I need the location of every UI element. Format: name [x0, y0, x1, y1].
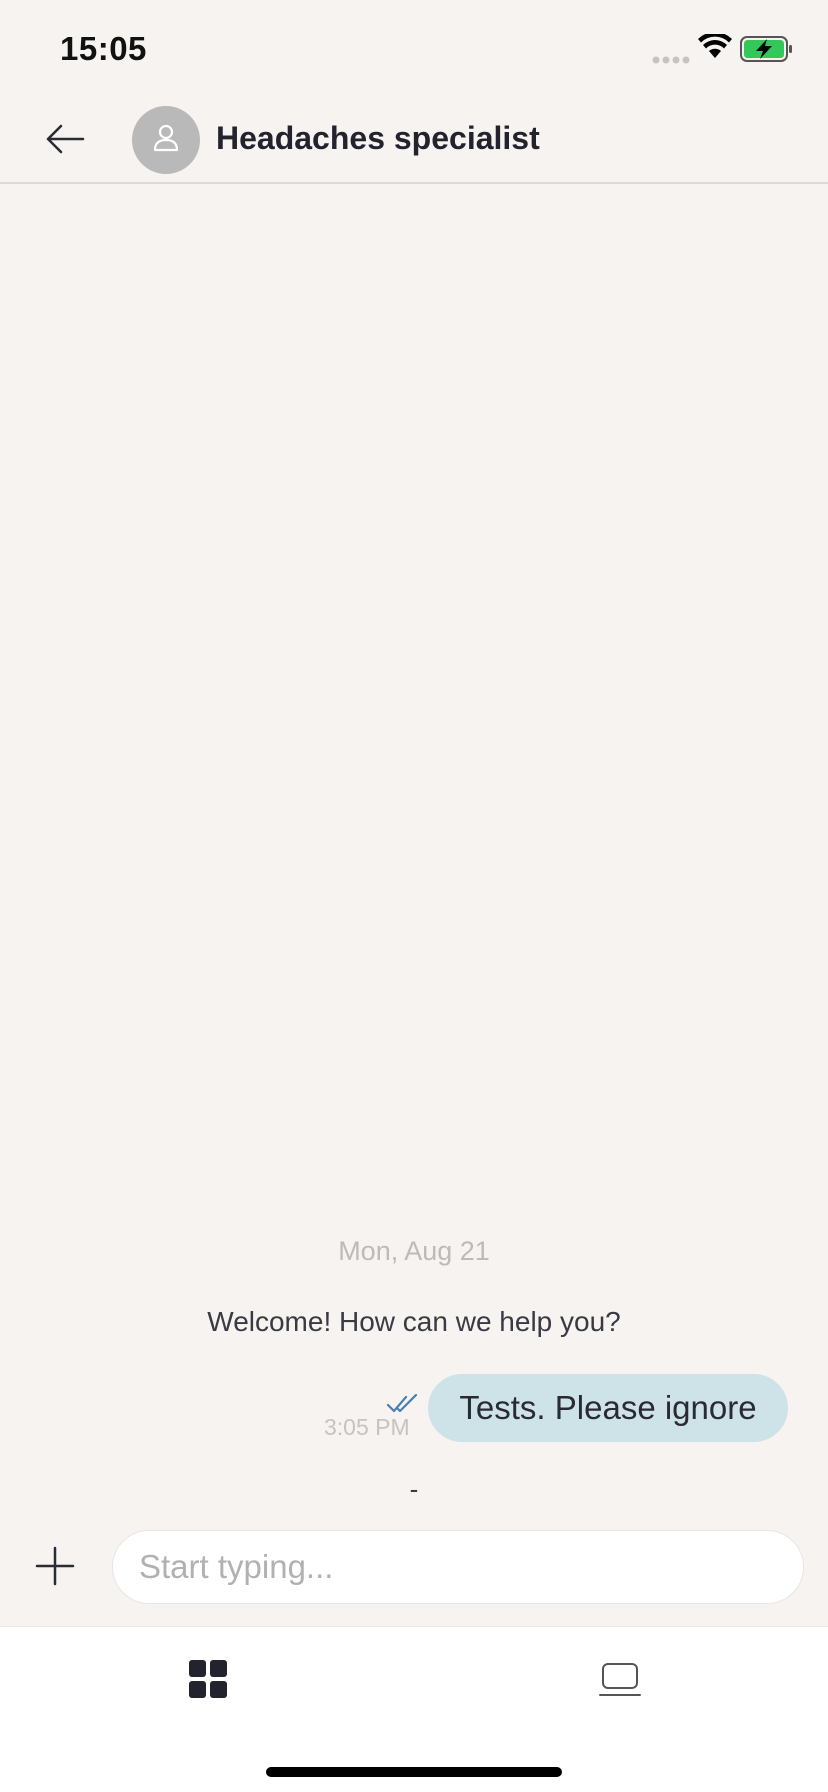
- arrow-left-icon: [45, 124, 85, 159]
- status-time: 15:05: [60, 30, 147, 67]
- avatar[interactable]: [132, 106, 200, 174]
- chat-header: Headaches specialist: [0, 96, 828, 184]
- message-text: Tests. Please ignore: [459, 1389, 757, 1426]
- welcome-message: Welcome! How can we help you?: [207, 1306, 621, 1337]
- battery-charging-icon: [740, 36, 794, 67]
- outgoing-message-bubble[interactable]: Tests. Please ignore: [428, 1374, 788, 1442]
- message-input[interactable]: [112, 1530, 804, 1604]
- bottom-tab-bar: [0, 1626, 828, 1792]
- back-button[interactable]: [38, 114, 92, 168]
- add-attachment-button[interactable]: [30, 1540, 80, 1596]
- home-indicator: [266, 1767, 562, 1777]
- chat-title: Headaches specialist: [216, 120, 540, 156]
- wifi-icon: [698, 31, 732, 65]
- person-icon: [153, 124, 179, 157]
- chat-screen: 15:05 Headaches specialist Mon, Aug 21 W…: [0, 0, 828, 1792]
- typing-indicator: -: [409, 1474, 419, 1504]
- tab-home[interactable]: [180, 1653, 236, 1709]
- grid-icon: [188, 1659, 228, 1704]
- tab-device[interactable]: [592, 1653, 648, 1709]
- laptop-icon: [599, 1660, 641, 1703]
- signal-icon: [652, 52, 690, 70]
- message-time: 3:05 PM: [324, 1414, 410, 1440]
- status-bar: 15:05: [0, 0, 828, 96]
- plus-icon: [35, 1546, 75, 1591]
- date-divider: Mon, Aug 21: [338, 1236, 490, 1266]
